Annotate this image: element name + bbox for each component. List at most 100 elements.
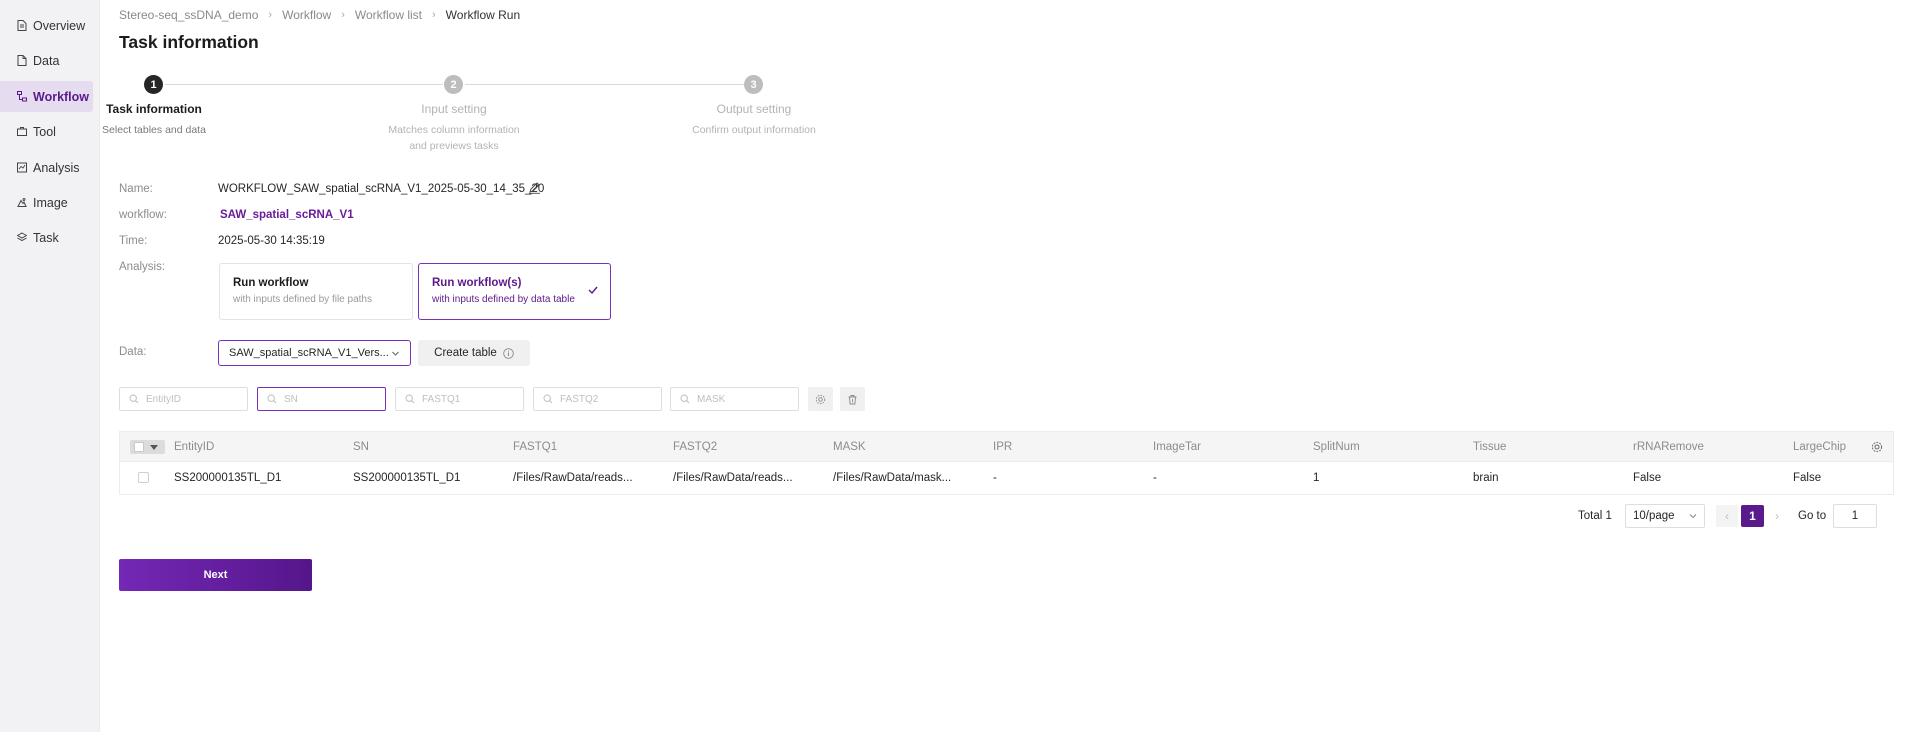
next-button[interactable]: Next <box>119 559 312 591</box>
step-2-desc-line2: and previews tasks <box>409 140 499 152</box>
filter-placeholder: SN <box>284 393 298 405</box>
column-header-entityid[interactable]: EntityID <box>174 441 214 453</box>
page-number-current[interactable]: 1 <box>1741 505 1764 527</box>
option-desc: with inputs defined by data table <box>432 294 575 305</box>
image-icon <box>17 197 27 208</box>
column-header-imagetar[interactable]: ImageTar <box>1153 441 1201 453</box>
step-1-indicator: 1 <box>144 75 163 94</box>
column-header-fastq2[interactable]: FASTQ2 <box>673 441 717 453</box>
column-header-fastq1[interactable]: FASTQ1 <box>513 441 557 453</box>
toolbox-icon <box>17 126 27 137</box>
layers-icon <box>17 232 27 243</box>
run-workflow-option[interactable]: Run workflow with inputs defined by file… <box>219 263 413 320</box>
table-cell: /Files/RawData/reads... <box>513 472 633 484</box>
step-3-title: Output setting <box>716 102 792 116</box>
breadcrumb-item[interactable]: Stereo-seq_ssDNA_demo <box>119 8 258 22</box>
column-header-splitnum[interactable]: SplitNum <box>1313 441 1360 453</box>
search-icon <box>267 394 277 404</box>
time-value: 2025-05-30 14:35:19 <box>218 235 325 247</box>
search-icon <box>129 394 139 404</box>
time-label: Time: <box>119 235 148 247</box>
table-cell: 1 <box>1313 472 1320 484</box>
page-size-select[interactable]: 10/page <box>1625 504 1705 528</box>
info-icon <box>503 347 514 359</box>
create-table-button[interactable]: Create table <box>418 340 530 366</box>
column-header-rrnaremove[interactable]: rRNARemove <box>1633 441 1704 453</box>
breadcrumb-item[interactable]: Workflow list <box>355 8 422 22</box>
sidebar-item-image[interactable]: Image <box>0 187 93 218</box>
column-header-sn[interactable]: SN <box>353 441 369 453</box>
table-cell: False <box>1633 472 1662 484</box>
breadcrumb-current: Workflow Run <box>445 8 521 22</box>
sidebar-item-analysis[interactable]: Analysis <box>0 152 93 183</box>
chevron-right-icon: › <box>432 9 436 21</box>
sidebar-item-label: Data <box>33 53 60 68</box>
pagination-total: Total 1 <box>1578 510 1612 522</box>
column-header-ipr[interactable]: IPR <box>993 441 1012 453</box>
sidebar-item-label: Image <box>33 195 68 210</box>
breadcrumb-item[interactable]: Workflow <box>282 8 331 22</box>
goto-page-input[interactable]: 1 <box>1833 504 1877 528</box>
gear-icon <box>815 394 826 404</box>
breadcrumb: Stereo-seq_ssDNA_demo › Workflow › Workf… <box>119 8 520 22</box>
edit-icon[interactable] <box>528 181 541 194</box>
data-select[interactable]: SAW_spatial_scRNA_V1_Vers... <box>218 340 411 366</box>
step-2-title: Input setting <box>421 102 487 116</box>
sidebar-item-task[interactable]: Task <box>0 222 93 253</box>
column-header-tissue[interactable]: Tissue <box>1473 441 1506 453</box>
table-cell: brain <box>1473 472 1499 484</box>
sidebar-item-label: Analysis <box>33 160 80 175</box>
search-icon <box>680 394 690 404</box>
sn-filter-input[interactable]: SN <box>257 387 386 411</box>
analysis-label: Analysis: <box>119 261 166 273</box>
table-cell: /Files/RawData/reads... <box>673 472 793 484</box>
create-table-label: Create table <box>434 347 497 359</box>
name-value: WORKFLOW_SAW_spatial_scRNA_V1_2025-05-30… <box>218 183 545 195</box>
caret-down-icon <box>150 444 158 450</box>
table-row[interactable]: SS200000135TL_D1 SS200000135TL_D1 /Files… <box>120 462 1893 494</box>
sidebar-item-label: Task <box>33 230 59 245</box>
table-cell: SS200000135TL_D1 <box>174 472 282 484</box>
sidebar-item-data[interactable]: Data <box>0 45 93 76</box>
workflow-link[interactable]: SAW_spatial_scRNA_V1 <box>220 209 354 221</box>
chevron-right-icon: › <box>341 9 345 21</box>
step-connector <box>465 84 744 85</box>
table-header: EntityID SN FASTQ1 FASTQ2 MASK IPR Image… <box>120 432 1893 462</box>
page-size-value: 10/page <box>1633 510 1675 522</box>
option-desc: with inputs defined by file paths <box>233 294 372 305</box>
clear-filters-button[interactable] <box>840 387 865 411</box>
search-icon <box>543 394 553 404</box>
column-settings-icon[interactable] <box>1871 441 1883 453</box>
filter-placeholder: EntityID <box>146 393 182 405</box>
search-icon <box>405 394 415 404</box>
checkbox-icon <box>134 442 144 452</box>
step-3-desc: Confirm output information <box>692 124 816 136</box>
file-icon <box>17 55 27 66</box>
run-workflows-option[interactable]: Run workflow(s) with inputs defined by d… <box>418 263 611 320</box>
fastq2-filter-input[interactable]: FASTQ2 <box>533 387 662 411</box>
table-cell: - <box>1153 472 1157 484</box>
entityid-filter-input[interactable]: EntityID <box>119 387 248 411</box>
row-checkbox[interactable] <box>138 472 149 483</box>
step-1-desc: Select tables and data <box>102 124 206 136</box>
prev-page-button[interactable]: ‹ <box>1716 505 1738 527</box>
check-icon <box>588 286 598 295</box>
step-2-desc: Matches column information and previews … <box>354 122 554 154</box>
name-label: Name: <box>119 183 153 195</box>
chevron-down-icon <box>392 351 399 356</box>
goto-label: Go to <box>1798 510 1827 522</box>
filter-settings-button[interactable] <box>808 387 833 411</box>
workflow-label: workflow: <box>119 209 167 221</box>
column-header-largechip[interactable]: LargeChip <box>1793 441 1846 453</box>
fastq1-filter-input[interactable]: FASTQ1 <box>395 387 524 411</box>
step-2-indicator: 2 <box>444 75 463 94</box>
sidebar-item-label: Overview <box>33 18 86 33</box>
step-connector <box>165 84 443 85</box>
select-all-checkbox[interactable] <box>130 440 165 454</box>
column-header-mask[interactable]: MASK <box>833 441 866 453</box>
mask-filter-input[interactable]: MASK <box>670 387 799 411</box>
next-page-button[interactable]: › <box>1766 505 1788 527</box>
step-2-desc-line1: Matches column information <box>388 124 520 136</box>
sidebar-item-overview[interactable]: Overview <box>0 10 93 41</box>
table-cell: - <box>993 472 997 484</box>
